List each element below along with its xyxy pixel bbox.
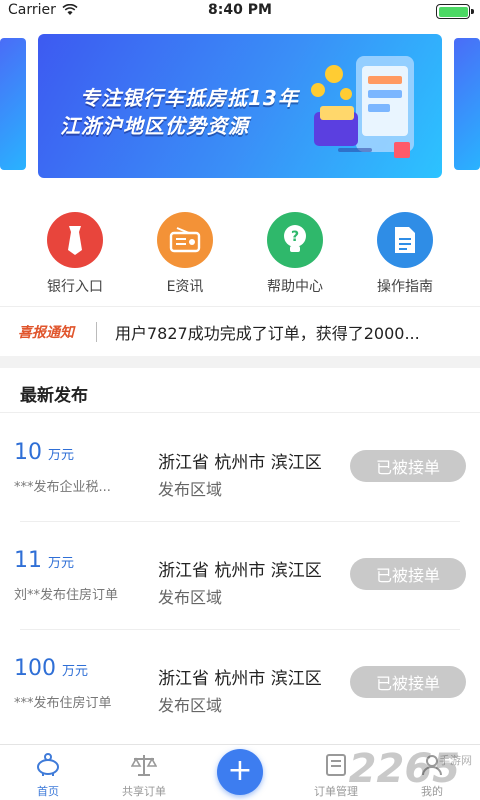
order-address: 浙江省 杭州市 滨江区: [158, 561, 322, 581]
banner-line-2: 江浙沪地区优势资源: [60, 114, 249, 138]
order-status-button[interactable]: 已被接单: [350, 558, 466, 590]
banner-carousel[interactable]: 专注银行车抵房抵13年 江浙沪地区优势资源: [0, 30, 480, 180]
order-amount-unit: 万元: [48, 556, 75, 571]
menu-label: 帮助中心: [267, 279, 323, 295]
order-amount-value: 11: [14, 548, 42, 573]
watermark-caption: 手游网: [439, 754, 472, 767]
order-address: 浙江省 杭州市 滨江区: [158, 453, 322, 473]
order-region-label: 发布区域: [158, 480, 223, 499]
tab-shared-orders[interactable]: 共享订单: [104, 751, 184, 799]
order-status-button[interactable]: 已被接单: [350, 450, 466, 482]
order-address: 浙江省 杭州市 滨江区: [158, 669, 322, 689]
notice-text: 用户7827成功完成了订单，获得了2000...: [115, 323, 420, 343]
radio-icon: [157, 212, 213, 268]
order-description: ***发布企业税...: [14, 480, 111, 495]
notice-divider: [96, 321, 97, 342]
order-item[interactable]: 100 万元 ***发布住房订单 浙江省 杭州市 滨江区 发布区域 已被接单: [0, 630, 480, 738]
notice-bar[interactable]: 喜报通知 用户7827成功完成了订单，获得了2000...: [0, 306, 480, 356]
menu-item-bank-entry[interactable]: 银行入口: [25, 212, 125, 296]
document-icon: [377, 212, 433, 268]
menu-label: 银行入口: [47, 279, 103, 295]
tab-label: 首页: [37, 785, 59, 798]
tab-label: 共享订单: [122, 785, 166, 798]
order-description: ***发布住房订单: [14, 696, 112, 711]
bank-tie-icon: [47, 212, 103, 268]
status-time: 8:40 PM: [208, 2, 272, 18]
menu-item-e-news[interactable]: E资讯: [135, 212, 235, 296]
order-amount-value: 10: [14, 440, 42, 465]
section-title: 最新发布: [20, 386, 88, 406]
scales-icon: [104, 751, 184, 779]
banner-next-slide[interactable]: [454, 38, 480, 170]
menu-item-guide[interactable]: 操作指南: [355, 212, 455, 296]
order-description: 刘**发布住房订单: [14, 588, 119, 603]
banner-slide[interactable]: 专注银行车抵房抵13年 江浙沪地区优势资源: [38, 34, 442, 178]
order-amount: 10 万元: [14, 440, 74, 465]
order-amount-unit: 万元: [62, 664, 89, 679]
battery-icon: [436, 4, 474, 19]
menu-item-help-center[interactable]: ? 帮助中心: [245, 212, 345, 296]
banner-line-1: 专注银行车抵房抵13年: [80, 86, 299, 110]
svg-text:?: ?: [291, 229, 299, 245]
order-status-button[interactable]: 已被接单: [350, 666, 466, 698]
quick-menu: 银行入口 E资讯 ? 帮助中心 操作指南: [0, 212, 480, 296]
tab-home[interactable]: 首页: [8, 751, 88, 799]
notice-tag: 喜报通知: [18, 324, 74, 341]
status-bar: Carrier 8:40 PM: [0, 0, 480, 22]
menu-label: E资讯: [166, 279, 204, 295]
banner-illustration: [311, 56, 414, 158]
question-bulb-icon: ?: [267, 212, 323, 268]
section-gap: [0, 356, 480, 368]
banner-prev-slide[interactable]: [0, 38, 26, 170]
order-region-label: 发布区域: [158, 696, 223, 715]
order-amount: 100 万元: [14, 656, 88, 681]
order-amount-value: 100: [14, 656, 56, 681]
add-order-button[interactable]: +: [217, 749, 263, 795]
order-amount: 11 万元: [14, 548, 74, 573]
order-item[interactable]: 11 万元 刘**发布住房订单 浙江省 杭州市 滨江区 发布区域 已被接单: [0, 522, 480, 630]
order-item[interactable]: 10 万元 ***发布企业税... 浙江省 杭州市 滨江区 发布区域 已被接单: [0, 414, 480, 522]
order-region-label: 发布区域: [158, 588, 223, 607]
order-amount-unit: 万元: [48, 448, 75, 463]
section-divider: [0, 412, 480, 413]
piggy-bank-icon: [8, 751, 88, 779]
menu-label: 操作指南: [377, 279, 433, 295]
